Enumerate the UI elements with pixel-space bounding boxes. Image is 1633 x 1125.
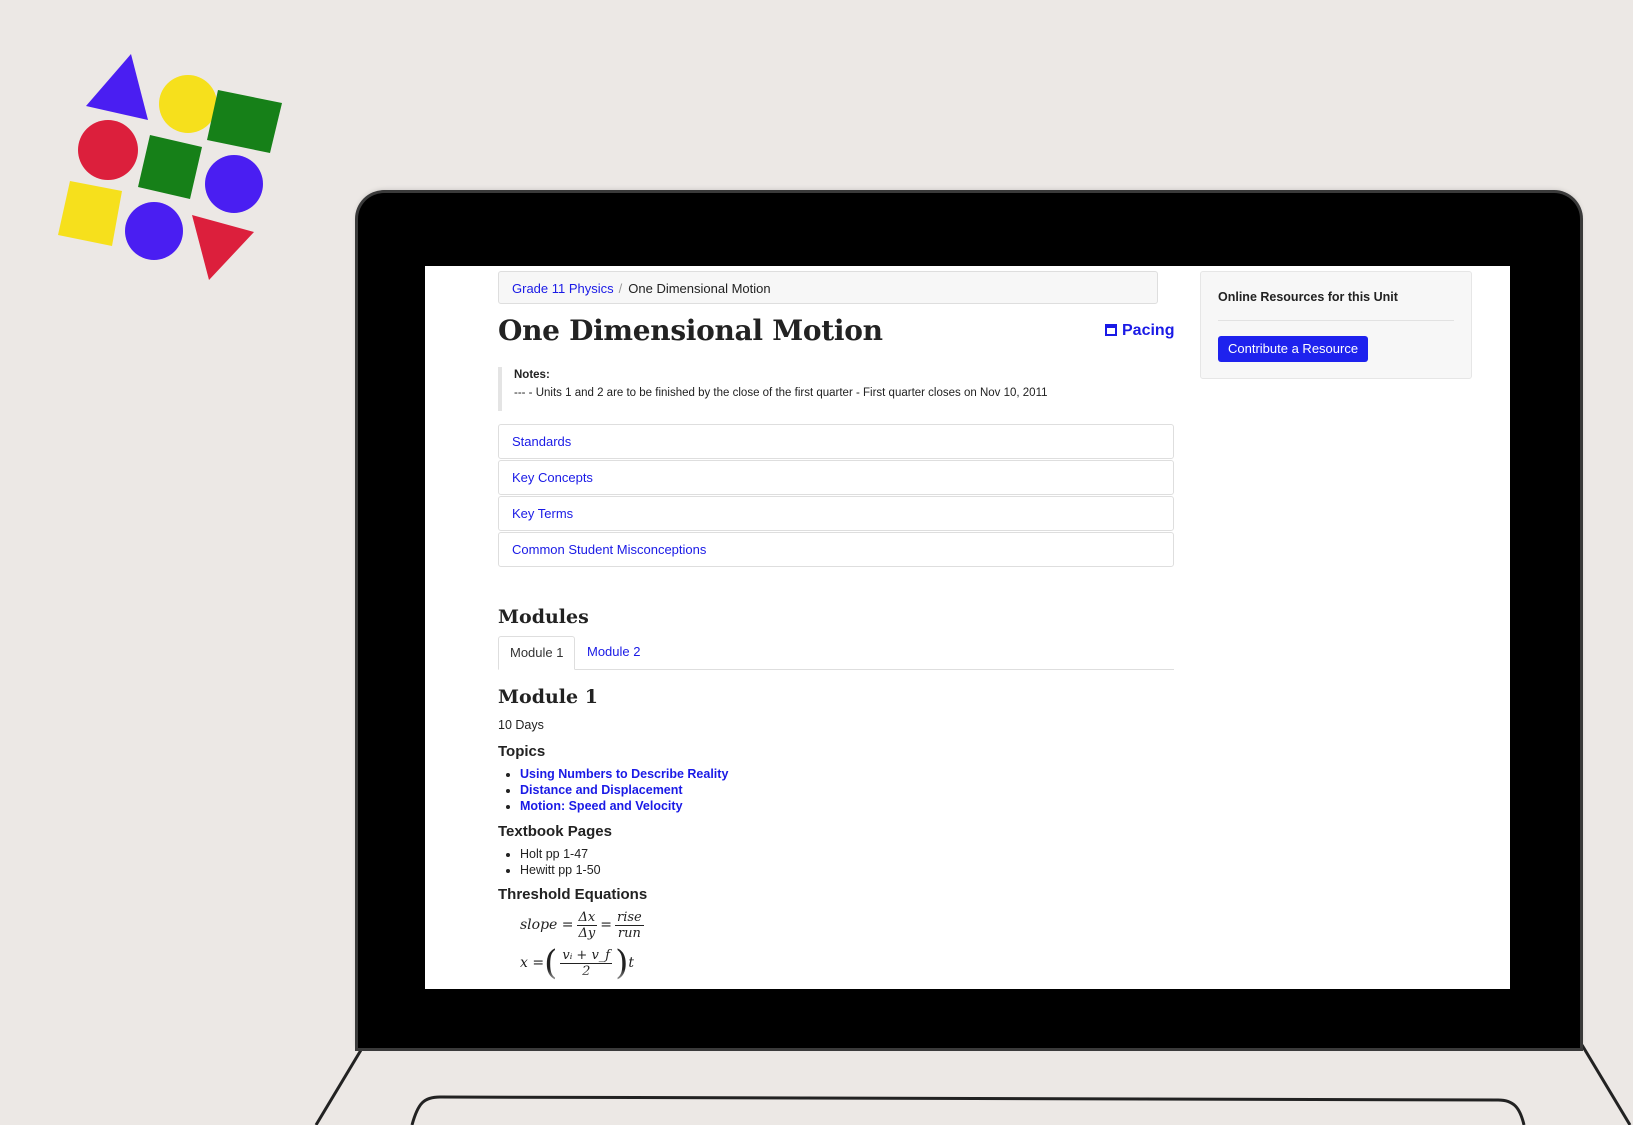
calendar-icon	[1105, 324, 1117, 336]
sidebar-title: Online Resources for this Unit	[1218, 290, 1398, 304]
accordion-key-terms[interactable]: Key Terms	[498, 496, 1174, 531]
list-item: Distance and Displacement	[520, 782, 728, 798]
topics-heading: Topics	[498, 743, 546, 760]
topics-list: Using Numbers to Describe Reality Distan…	[498, 766, 728, 814]
breadcrumb-separator: /	[618, 281, 623, 296]
module-tabs: Module 1 Module 2	[498, 636, 1174, 670]
contribute-resource-button[interactable]: Contribute a Resource	[1218, 336, 1369, 362]
pacing-label: Pacing	[1122, 322, 1175, 339]
page-title: One Dimensional Motion	[498, 314, 883, 347]
module-duration: 10 Days	[498, 718, 544, 732]
tab-module-2[interactable]: Module 2	[576, 636, 651, 669]
textbook-pages-list: Holt pp 1-47 Hewitt pp 1-50	[498, 846, 601, 878]
divider	[1218, 320, 1454, 321]
module-title: Module 1	[498, 686, 598, 708]
notes-block: Notes: --- - Units 1 and 2 are to be fin…	[498, 367, 1158, 411]
topic-link[interactable]: Using Numbers to Describe Reality	[520, 767, 728, 781]
notes-text: --- - Units 1 and 2 are to be finished b…	[514, 387, 1048, 399]
list-item: Holt pp 1-47	[520, 846, 601, 862]
pacing-link[interactable]: Pacing	[1105, 322, 1174, 340]
textbook-pages-heading: Textbook Pages	[498, 823, 612, 840]
breadcrumb-current: One Dimensional Motion	[628, 281, 771, 296]
topic-link[interactable]: Motion: Speed and Velocity	[520, 799, 683, 813]
modules-heading: Modules	[498, 606, 589, 628]
equation-slope: slope = Δx Δy = rise run	[520, 909, 644, 941]
screen-fade	[425, 969, 1510, 989]
browser-viewport: Grade 11 Physics / One Dimensional Motion …	[425, 266, 1510, 989]
accordion-common-student-misconceptions[interactable]: Common Student Misconceptions	[498, 532, 1174, 567]
tab-module-1[interactable]: Module 1	[498, 636, 576, 670]
resources-sidebar: Online Resources for this Unit Contribut…	[1200, 271, 1472, 379]
accordion-standards[interactable]: Standards	[498, 424, 1174, 459]
list-item: Using Numbers to Describe Reality	[520, 766, 728, 782]
list-item: Hewitt pp 1-50	[520, 862, 601, 878]
notes-label: Notes:	[514, 369, 550, 381]
topic-link[interactable]: Distance and Displacement	[520, 783, 683, 797]
breadcrumb-link-grade-11-physics[interactable]: Grade 11 Physics	[512, 281, 614, 296]
list-item: Motion: Speed and Velocity	[520, 798, 728, 814]
threshold-equations-heading: Threshold Equations	[498, 886, 648, 903]
breadcrumb: Grade 11 Physics / One Dimensional Motion	[498, 271, 1158, 304]
accordion-key-concepts[interactable]: Key Concepts	[498, 460, 1174, 495]
